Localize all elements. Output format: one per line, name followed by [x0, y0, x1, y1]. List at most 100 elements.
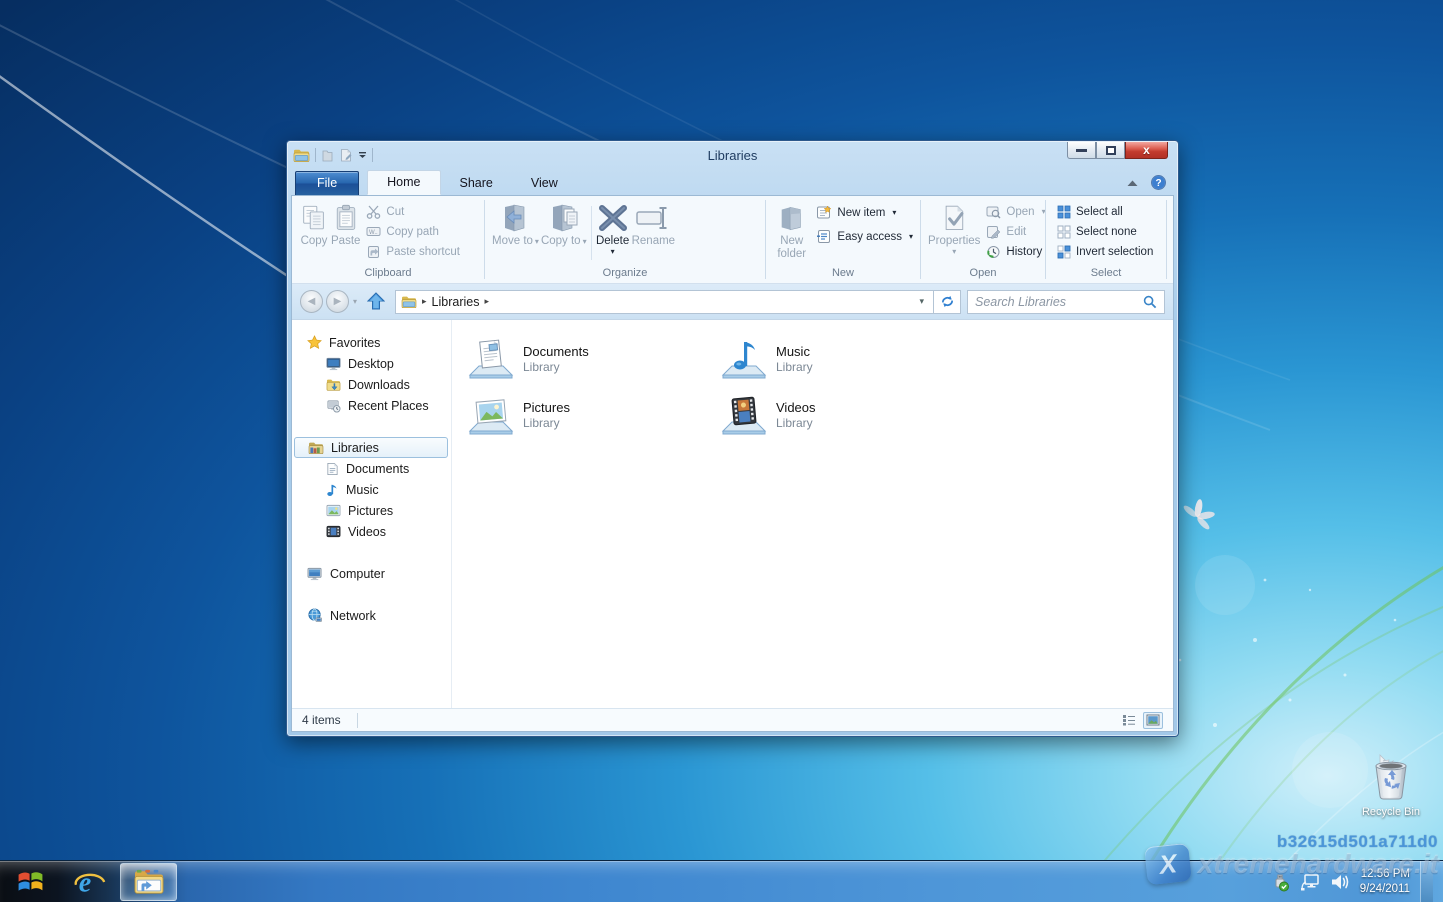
- delete-button[interactable]: Delete ▾: [595, 200, 631, 256]
- thumbnail-view-button[interactable]: [1143, 711, 1163, 729]
- back-button[interactable]: ◀: [300, 290, 323, 313]
- forward-button[interactable]: ▶: [326, 290, 349, 313]
- select-none-icon: [1057, 225, 1071, 238]
- dropdown-caret: ▾: [952, 247, 957, 256]
- search-box[interactable]: [967, 289, 1165, 314]
- properties-button[interactable]: Properties ▾: [927, 200, 981, 256]
- network-status-icon[interactable]: [1300, 873, 1320, 891]
- new-folder-button[interactable]: New folder: [772, 200, 811, 262]
- tab-home[interactable]: Home: [367, 170, 441, 195]
- sidebar-item-videos[interactable]: Videos: [292, 521, 451, 542]
- documents-library-icon: [468, 339, 514, 379]
- search-input[interactable]: [975, 294, 1143, 309]
- qat-document-icon[interactable]: [339, 148, 353, 163]
- recent-places-icon: [327, 399, 341, 413]
- libraries-icon: [308, 442, 324, 454]
- rename-icon: [635, 201, 671, 235]
- svg-text:e: e: [78, 867, 91, 898]
- cut-button[interactable]: Cut: [363, 203, 463, 220]
- breadcrumb-libraries[interactable]: Libraries: [432, 295, 480, 309]
- search-icon[interactable]: [1143, 295, 1157, 309]
- taskbar-ie-button[interactable]: e: [61, 863, 118, 901]
- recycle-bin[interactable]: Recycle Bin: [1360, 753, 1422, 818]
- sidebar-item-computer[interactable]: Computer: [292, 563, 451, 584]
- history-button[interactable]: History: [983, 243, 1048, 260]
- sidebar-item-downloads[interactable]: Downloads: [292, 374, 451, 395]
- status-bar: 4 items: [292, 708, 1173, 731]
- copy-button[interactable]: Copy: [298, 200, 330, 249]
- breadcrumb-bar[interactable]: ▸ Libraries ▸ ▾: [395, 289, 934, 314]
- move-to-button[interactable]: Move to ▾: [491, 200, 540, 249]
- edit-icon: [987, 225, 1001, 239]
- paste-shortcut-button[interactable]: Paste shortcut: [363, 243, 463, 260]
- sidebar-item-libraries[interactable]: Libraries: [294, 437, 448, 458]
- start-button[interactable]: [0, 861, 60, 902]
- open-button[interactable]: Open ▾: [983, 203, 1048, 220]
- easy-access-button[interactable]: Easy access ▾: [813, 228, 916, 245]
- sidebar-item-pictures[interactable]: Pictures: [292, 500, 451, 521]
- rename-button[interactable]: Rename: [631, 200, 676, 249]
- sidebar-item-network[interactable]: Network: [292, 605, 451, 626]
- tab-share[interactable]: Share: [441, 172, 512, 195]
- qat-dropdown-icon[interactable]: [358, 151, 367, 159]
- volume-icon[interactable]: [1330, 873, 1350, 891]
- tab-view[interactable]: View: [512, 172, 577, 195]
- group-label-open: Open: [969, 267, 997, 279]
- sidebar-item-favorites[interactable]: Favorites: [292, 332, 451, 353]
- taskbar-clock[interactable]: 12:56 PM 9/24/2011: [1360, 867, 1410, 897]
- copy-path-button[interactable]: W.. Copy path: [363, 223, 463, 240]
- details-view-button[interactable]: [1119, 712, 1139, 729]
- sidebar-item-documents[interactable]: Documents: [292, 458, 451, 479]
- content-item-music[interactable]: Music Library: [721, 331, 974, 387]
- minimize-icon: [1076, 148, 1087, 152]
- pictures-library-icon: [468, 399, 514, 435]
- content-item-documents[interactable]: Documents Library: [468, 331, 721, 387]
- invert-selection-button[interactable]: Invert selection: [1054, 243, 1156, 260]
- close-button[interactable]: x: [1125, 142, 1168, 159]
- ribbon-group-open: Properties ▾ Open ▾ Edit History Open: [921, 196, 1048, 283]
- content-item-videos[interactable]: Videos Library: [721, 387, 974, 443]
- ribbon: Copy Paste Cut W.. Copy path Paste short…: [292, 196, 1173, 284]
- paste-button[interactable]: Paste: [330, 200, 361, 249]
- breadcrumb-arrow-icon[interactable]: ▸: [484, 296, 489, 307]
- select-all-button[interactable]: Select all: [1054, 203, 1156, 220]
- collapse-ribbon-icon[interactable]: [1126, 179, 1139, 187]
- sidebar-item-music[interactable]: Music: [292, 479, 451, 500]
- tab-file[interactable]: File: [295, 171, 360, 195]
- pictures-icon: [326, 504, 341, 517]
- select-none-button[interactable]: Select none: [1054, 223, 1156, 240]
- select-all-icon: [1057, 205, 1071, 218]
- new-item-button[interactable]: New item ▾: [813, 204, 916, 221]
- item-count: 4 items: [302, 713, 341, 727]
- usb-device-icon[interactable]: [1271, 872, 1290, 892]
- group-label-select: Select: [1090, 267, 1122, 279]
- help-icon[interactable]: ?: [1151, 175, 1166, 190]
- delete-icon: [596, 201, 630, 235]
- window-controls: x: [1067, 142, 1168, 159]
- sidebar-item-recent-places[interactable]: Recent Places: [292, 395, 451, 416]
- edit-button[interactable]: Edit: [983, 223, 1048, 240]
- quick-access-toolbar: [293, 148, 373, 163]
- maximize-button[interactable]: [1096, 142, 1125, 159]
- sidebar-item-desktop[interactable]: Desktop: [292, 353, 451, 374]
- up-button[interactable]: [363, 290, 389, 314]
- taskbar-explorer-button[interactable]: [120, 862, 177, 901]
- clock-date: 9/24/2011: [1359, 882, 1410, 895]
- copy-to-button[interactable]: Copy to ▾: [540, 200, 588, 249]
- address-dropdown-icon[interactable]: ▾: [915, 296, 928, 307]
- show-desktop-button[interactable]: [1420, 860, 1433, 902]
- qat-folder-icon[interactable]: [321, 148, 334, 163]
- minimize-button[interactable]: [1067, 142, 1096, 159]
- dropdown-caret: ▾: [534, 237, 539, 246]
- title-bar[interactable]: Libraries x: [291, 141, 1174, 169]
- recent-pages-dropdown-icon[interactable]: ▾: [353, 297, 357, 306]
- breadcrumb-arrow-icon[interactable]: ▸: [422, 296, 427, 307]
- cut-icon: [367, 205, 381, 219]
- refresh-button[interactable]: [934, 289, 961, 314]
- system-folder-icon[interactable]: [293, 148, 310, 163]
- ribbon-tab-row: File Home Share View ?: [291, 169, 1174, 195]
- group-label-organize: Organize: [602, 267, 648, 279]
- content-item-pictures[interactable]: Pictures Library: [468, 387, 721, 443]
